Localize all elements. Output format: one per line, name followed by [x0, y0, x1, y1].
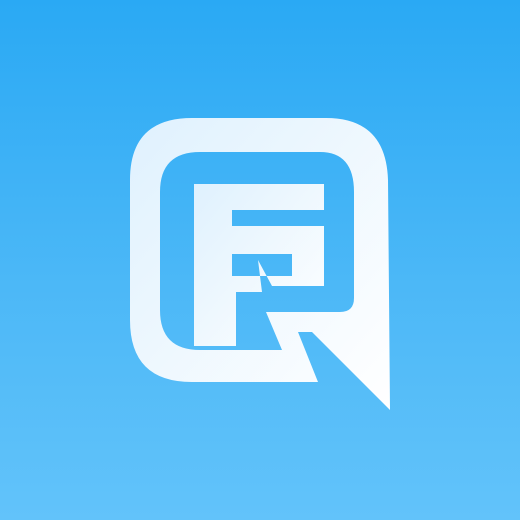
app-icon-background	[0, 0, 520, 520]
app-logo-icon	[130, 118, 390, 410]
